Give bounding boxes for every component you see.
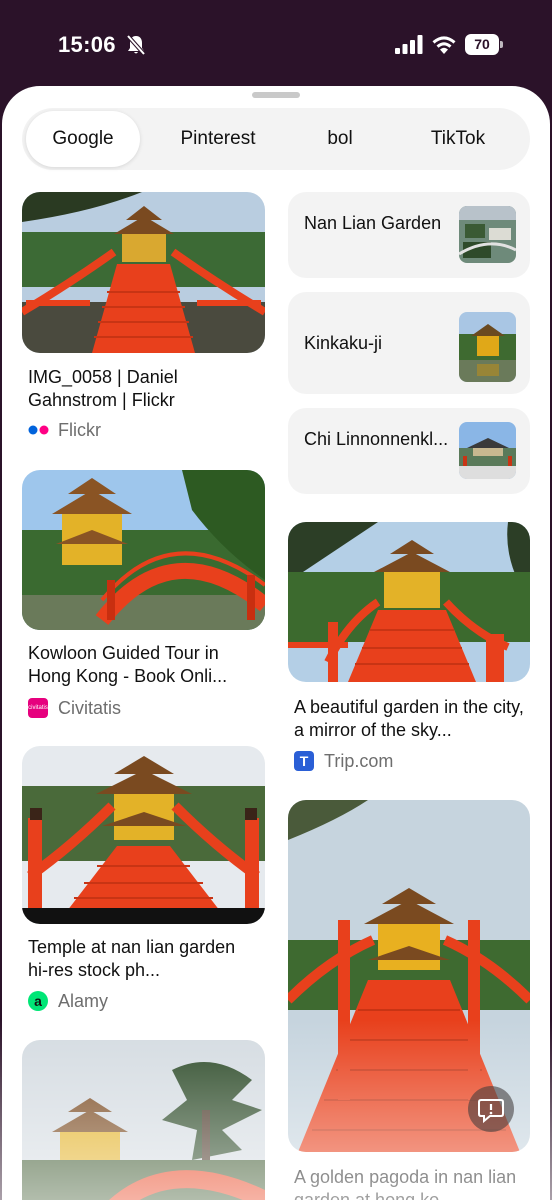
related-search-label-3: Chi Linnonnenkl... bbox=[304, 429, 449, 449]
clock: 15:06 bbox=[58, 32, 116, 57]
related-search-label-1: Nan Lian Garden bbox=[304, 213, 442, 233]
result-title-5[interactable]: A golden pagoda in nan lian garden at ho… bbox=[294, 1166, 526, 1200]
related-search-1[interactable]: Nan Lian Garden bbox=[288, 192, 530, 278]
result-image-4[interactable] bbox=[288, 522, 530, 682]
result-image-2[interactable] bbox=[22, 470, 265, 630]
tab-tiktok[interactable]: TikTok bbox=[402, 111, 514, 167]
related-search-thumb-2 bbox=[459, 312, 516, 382]
status-bar: 15:06 70 bbox=[0, 0, 552, 86]
related-search-2[interactable]: Kinkaku-ji bbox=[288, 292, 530, 394]
tab-bol[interactable]: bol bbox=[302, 111, 378, 167]
sheet-grabber[interactable] bbox=[252, 92, 300, 98]
result-source-3: Alamy bbox=[58, 991, 109, 1011]
results-sheet: Google Pinterest bol TikTok IMG_0058 | D… bbox=[2, 86, 550, 1200]
related-search-3[interactable]: Chi Linnonnenkl... bbox=[288, 408, 530, 494]
result-title-1[interactable]: IMG_0058 | Daniel Gahnstrom | Flickr bbox=[28, 366, 258, 412]
battery-icon: 70 bbox=[465, 34, 503, 55]
flickr-icon bbox=[28, 425, 49, 435]
result-title-2[interactable]: Kowloon Guided Tour in Hong Kong - Book … bbox=[28, 642, 258, 688]
result-source-1: Flickr bbox=[58, 420, 101, 440]
related-search-label-2: Kinkaku-ji bbox=[304, 333, 383, 353]
related-search-thumb-3 bbox=[459, 422, 516, 479]
result-image-3[interactable] bbox=[22, 746, 265, 924]
civitatis-icon: civitatis bbox=[28, 698, 48, 718]
result-source-4: Trip.com bbox=[324, 751, 394, 771]
result-image-5[interactable] bbox=[22, 1040, 265, 1200]
tab-google[interactable]: Google bbox=[26, 111, 140, 167]
source-tabs: Google Pinterest bol TikTok bbox=[22, 108, 530, 170]
result-title-4[interactable]: A beautiful garden in the city, a mirror… bbox=[294, 696, 526, 742]
alamy-icon: a bbox=[28, 991, 48, 1011]
related-search-thumb-1 bbox=[459, 206, 516, 263]
result-title-3[interactable]: Temple at nan lian garden hi-res stock p… bbox=[28, 936, 258, 982]
tab-pinterest[interactable]: Pinterest bbox=[162, 111, 274, 167]
trip-icon: T bbox=[294, 751, 314, 771]
battery-level: 70 bbox=[465, 34, 499, 55]
wifi-icon bbox=[432, 36, 456, 54]
cellular-signal-icon bbox=[395, 35, 423, 54]
bell-muted-icon bbox=[126, 34, 146, 56]
feedback-icon[interactable] bbox=[468, 1086, 514, 1132]
result-source-2: Civitatis bbox=[58, 698, 122, 718]
result-image-1[interactable] bbox=[22, 192, 265, 353]
